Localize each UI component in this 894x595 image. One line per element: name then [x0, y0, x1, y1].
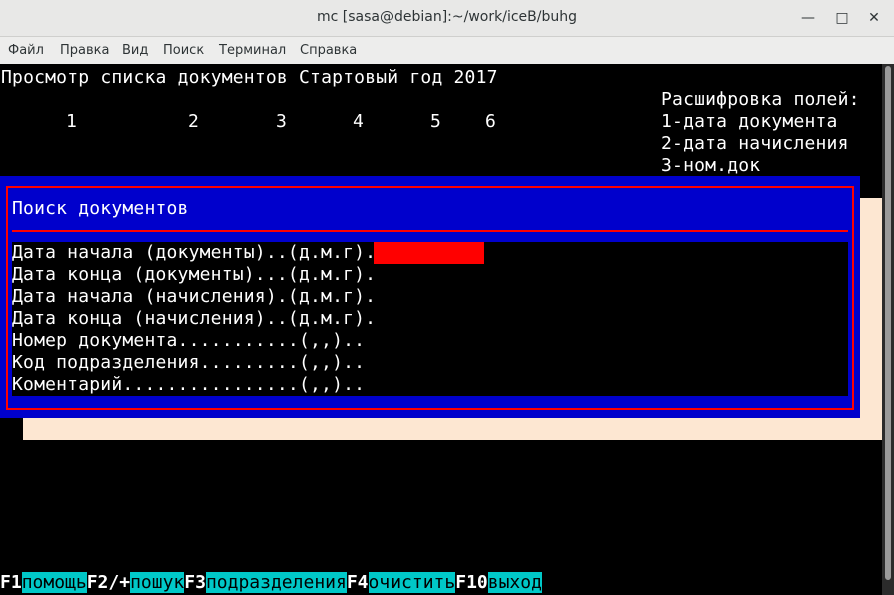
fkey-label: пошук — [130, 572, 185, 593]
menubar: Файл Правка Вид Поиск Терминал Справка — [0, 37, 894, 64]
fkey-f2[interactable]: F2/+пошук — [87, 572, 185, 593]
menu-help[interactable]: Справка — [300, 43, 357, 58]
fkey-key: F4 — [346, 572, 369, 593]
fkey-label: помощь — [21, 572, 87, 593]
menu-search[interactable]: Поиск — [163, 43, 204, 58]
window-title: mc [sasa@debian]:~/work/iceB/buhg — [317, 9, 577, 25]
column-number: 5 — [430, 111, 442, 132]
dialog-title: Поиск документов — [12, 198, 189, 219]
fkey-f10[interactable]: F10выход — [455, 572, 542, 593]
legend-item: 2-дата начисления — [661, 133, 849, 154]
fkey-label: выход — [487, 572, 542, 593]
column-number: 6 — [485, 111, 497, 132]
close-icon[interactable]: ✕ — [864, 8, 884, 28]
field-label-accrual-date-end[interactable]: Дата конца (начисления)..(д.м.г). — [12, 308, 376, 330]
fkey-f1[interactable]: F1помощь — [0, 572, 87, 593]
scrollbar-thumb[interactable] — [885, 66, 891, 580]
fkey-f3[interactable]: F3подразделения — [184, 572, 347, 593]
fkey-label: подразделения — [205, 572, 347, 593]
field-label-doc-date-start: Дата начала (документы)..(д.м.г). — [12, 242, 377, 263]
window-titlebar: mc [sasa@debian]:~/work/iceB/buhg — □ ✕ — [0, 0, 894, 37]
fkey-f4[interactable]: F4очистить — [346, 572, 456, 593]
dialog-separator — [12, 230, 848, 232]
menu-file[interactable]: Файл — [8, 43, 44, 58]
column-number: 4 — [353, 111, 365, 132]
maximize-icon[interactable]: □ — [832, 8, 852, 28]
dialog-shadow-bottom — [23, 416, 881, 440]
field-label-division-code[interactable]: Код подразделения.........(,,).. — [12, 352, 365, 374]
field-label-doc-date-end[interactable]: Дата конца (документы)...(д.м.г). — [12, 264, 376, 286]
menu-terminal[interactable]: Терминал — [219, 43, 286, 58]
legend-item: 3-ном.док — [661, 155, 761, 176]
menu-view[interactable]: Вид — [122, 43, 148, 58]
fkey-key: F1 — [0, 572, 22, 593]
legend-item: 1-дата документа — [661, 111, 838, 132]
fkey-key: F10 — [455, 572, 488, 593]
minimize-icon[interactable]: — — [798, 8, 818, 28]
screen-title: Просмотр списка документов Стартовый год… — [1, 67, 498, 88]
fkey-label: очистить — [368, 572, 456, 593]
doc-date-start-input[interactable] — [374, 242, 484, 264]
scrollbar[interactable] — [882, 64, 894, 595]
dialog-shadow-right — [860, 198, 882, 440]
legend-title: Расшифровка полей: — [661, 89, 860, 110]
column-number: 2 — [188, 111, 200, 132]
column-number: 3 — [276, 111, 288, 132]
menu-edit[interactable]: Правка — [60, 43, 109, 58]
fkey-key: F2/+ — [86, 572, 131, 593]
field-label-doc-number[interactable]: Номер документа...........(,,).. — [12, 330, 365, 352]
function-key-bar: F1помощьF2/+пошукF3подразделенияF4очисти… — [0, 572, 542, 594]
field-label-accrual-date-start[interactable]: Дата начала (начисления).(д.м.г). — [12, 286, 376, 308]
fkey-key: F3 — [184, 572, 206, 593]
field-label-comment[interactable]: Коментарий................(,,).. — [12, 374, 365, 396]
column-number: 1 — [66, 111, 78, 132]
